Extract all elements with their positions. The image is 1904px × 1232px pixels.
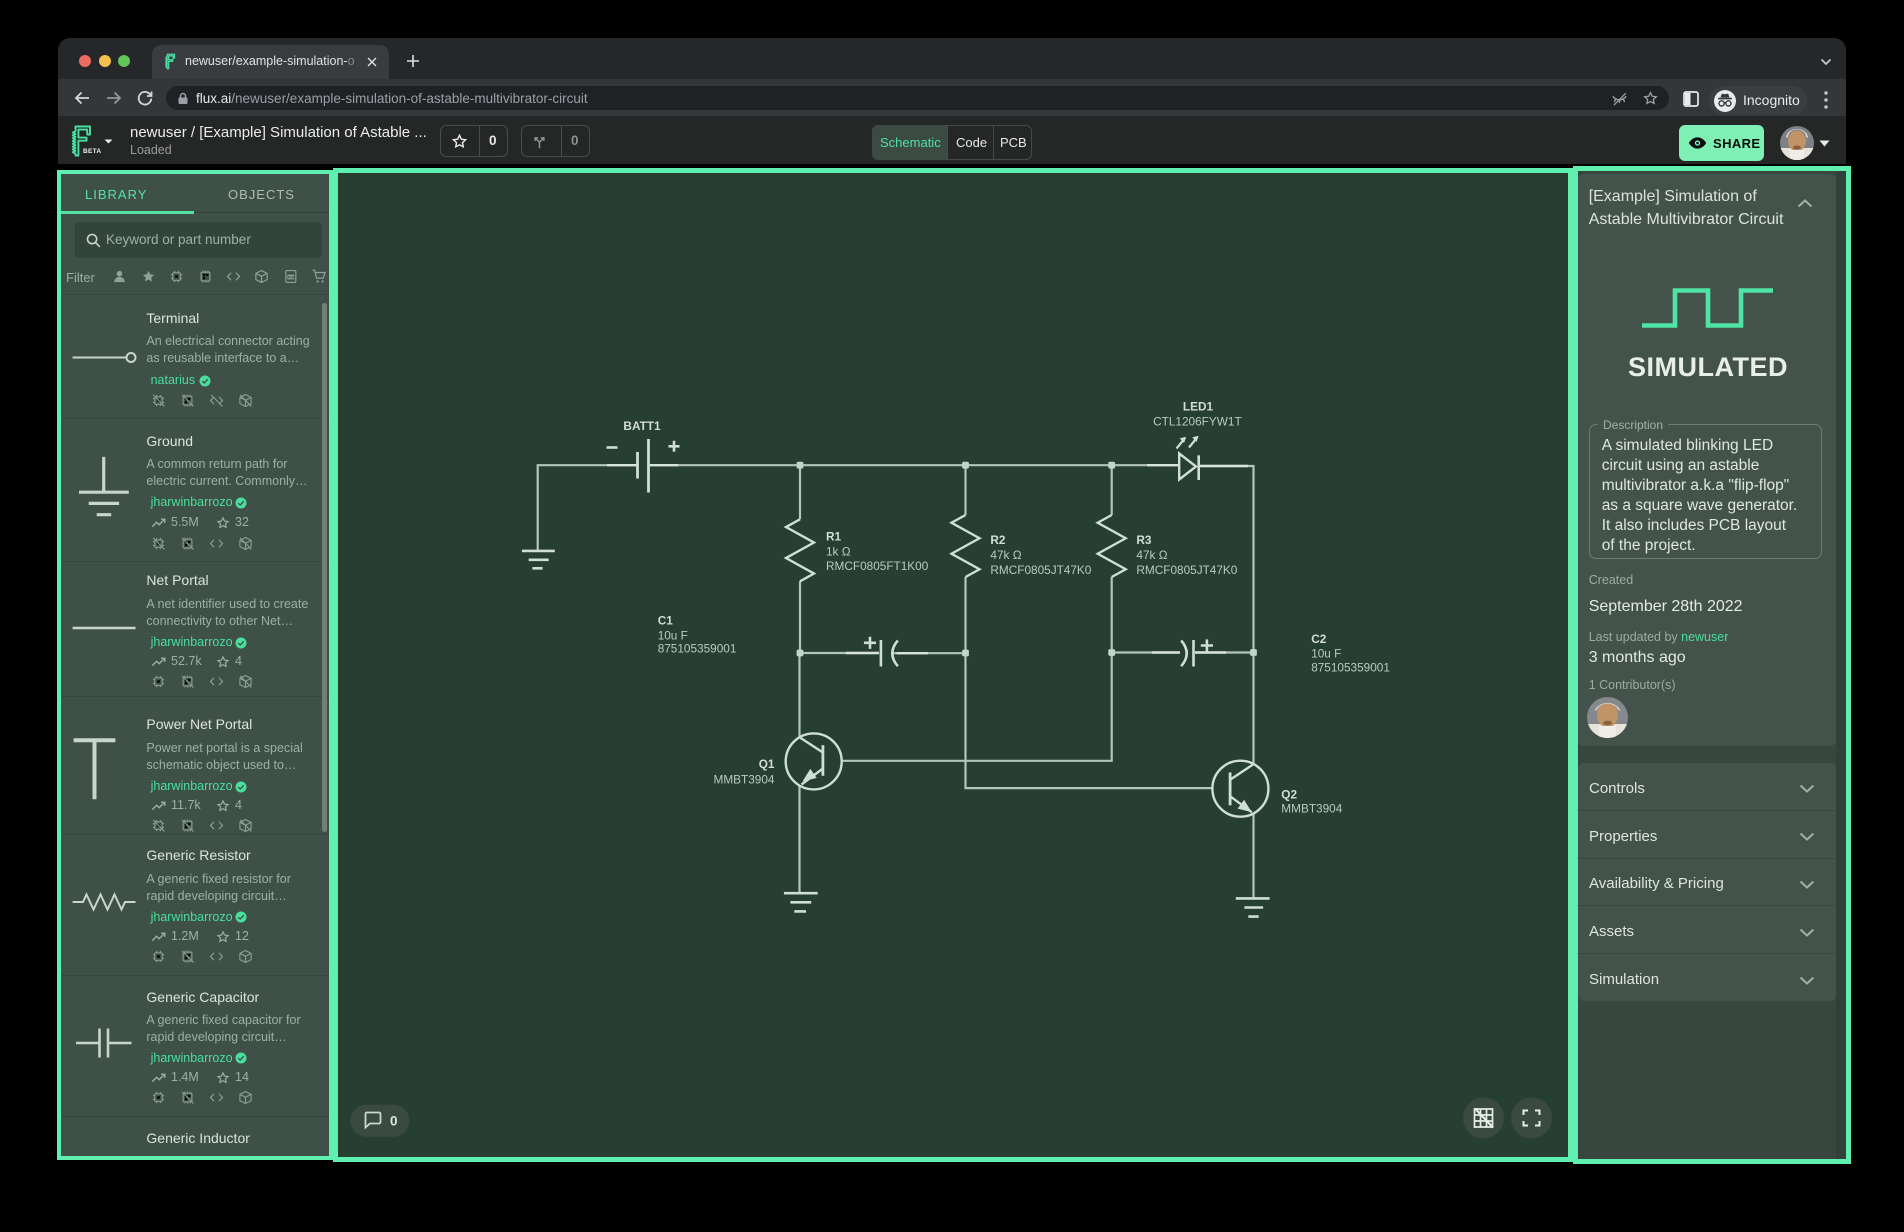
- svg-text:MMBT3904: MMBT3904: [1281, 801, 1342, 815]
- svg-text:RMCF0805JT47K0: RMCF0805JT47K0: [990, 563, 1091, 577]
- svg-text:C1: C1: [658, 614, 674, 628]
- svg-text:875105359001: 875105359001: [1311, 661, 1390, 675]
- svg-text:C2: C2: [1311, 632, 1327, 646]
- svg-text:10u F: 10u F: [1311, 646, 1341, 660]
- svg-text:R2: R2: [990, 533, 1006, 547]
- svg-text:47k Ω: 47k Ω: [990, 548, 1021, 562]
- svg-text:875105359001: 875105359001: [658, 642, 737, 656]
- svg-text:RMCF0805JT47K0: RMCF0805JT47K0: [1136, 563, 1237, 577]
- svg-text:Q1: Q1: [759, 757, 775, 771]
- svg-text:1k Ω: 1k Ω: [826, 544, 851, 558]
- svg-text:Q2: Q2: [1281, 787, 1297, 801]
- svg-text:CTL1206FYW1T: CTL1206FYW1T: [1153, 415, 1242, 429]
- svg-text:10u F: 10u F: [658, 628, 688, 642]
- svg-text:0: 0: [390, 1114, 398, 1129]
- svg-text:BATT1: BATT1: [623, 419, 661, 433]
- svg-text:47k Ω: 47k Ω: [1136, 548, 1167, 562]
- svg-text:MMBT3904: MMBT3904: [714, 773, 775, 787]
- svg-text:R3: R3: [1136, 533, 1152, 547]
- svg-text:RMCF0805FT1K00: RMCF0805FT1K00: [826, 559, 929, 573]
- svg-text:LED1: LED1: [1183, 400, 1214, 414]
- svg-text:R1: R1: [826, 530, 842, 544]
